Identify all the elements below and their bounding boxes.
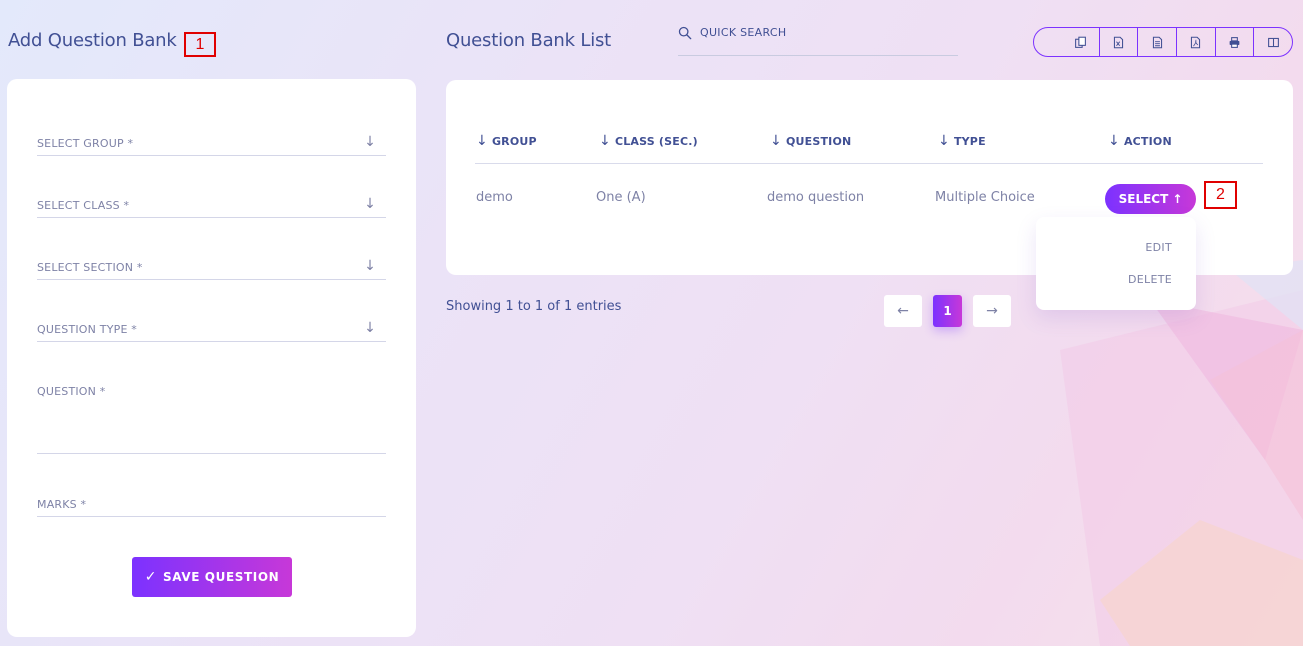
save-question-label: SAVE QUESTION <box>163 570 280 584</box>
question-textarea[interactable]: QUESTION * <box>37 379 386 454</box>
csv-icon <box>1152 36 1162 48</box>
column-header-class[interactable]: ↓ CLASS (SEC.) <box>599 133 698 149</box>
annotation-marker-1: 1 <box>184 32 216 57</box>
column-header-action-label: ACTION <box>1123 134 1172 148</box>
pagination-page-1[interactable]: 1 <box>933 295 962 327</box>
marks-input[interactable]: MARKS * <box>37 489 386 517</box>
check-icon: ✓ <box>144 569 158 585</box>
sort-arrow-icon: ↓ <box>476 133 488 149</box>
column-header-type-label: TYPE <box>953 134 986 148</box>
copy-button[interactable] <box>1034 28 1099 56</box>
columns-button[interactable] <box>1253 28 1292 56</box>
column-header-action[interactable]: ↓ ACTION <box>1108 133 1172 149</box>
print-button[interactable] <box>1214 28 1254 56</box>
quick-search-input[interactable]: QUICK SEARCH <box>678 22 958 56</box>
marks-label: MARKS * <box>37 498 87 511</box>
select-class-dropdown[interactable]: SELECT CLASS * ↓ <box>37 189 386 218</box>
column-header-type[interactable]: ↓ TYPE <box>938 133 986 149</box>
select-group-label: SELECT GROUP * <box>37 137 134 150</box>
select-section-dropdown[interactable]: SELECT SECTION * ↓ <box>37 251 386 280</box>
select-action-button[interactable]: SELECT ↑ <box>1105 184 1196 214</box>
sort-arrow-icon: ↓ <box>599 133 611 149</box>
arrow-up-icon: ↑ <box>1172 192 1183 206</box>
delete-menu-item[interactable]: DELETE <box>1128 273 1172 286</box>
print-icon <box>1229 36 1240 48</box>
excel-icon <box>1113 36 1124 48</box>
cell-type: Multiple Choice <box>935 190 1035 205</box>
page-title-question-bank-list: Question Bank List <box>446 30 612 51</box>
pagination-prev-button[interactable]: ← <box>884 295 922 327</box>
excel-button[interactable] <box>1098 28 1138 56</box>
pagination-next-button[interactable]: → <box>973 295 1011 327</box>
select-class-label: SELECT CLASS * <box>37 199 130 212</box>
select-group-dropdown[interactable]: SELECT GROUP * ↓ <box>37 127 386 156</box>
cell-group: demo <box>476 190 513 205</box>
add-question-form-card: SELECT GROUP * ↓ SELECT CLASS * ↓ SELECT… <box>7 79 416 637</box>
column-header-question-label: QUESTION <box>785 134 852 148</box>
column-header-question[interactable]: ↓ QUESTION <box>770 133 851 149</box>
question-type-label: QUESTION TYPE * <box>37 323 138 336</box>
cell-class: One (A) <box>596 190 646 205</box>
export-button-group <box>1033 27 1293 57</box>
arrow-down-icon: ↓ <box>364 258 376 274</box>
question-label: QUESTION * <box>37 385 106 398</box>
sort-arrow-icon: ↓ <box>1108 133 1120 149</box>
save-question-button[interactable]: ✓ SAVE QUESTION <box>132 557 292 597</box>
search-icon <box>678 26 692 40</box>
action-dropdown-menu: EDIT DELETE <box>1036 217 1196 310</box>
arrow-down-icon: ↓ <box>364 134 376 150</box>
column-header-group[interactable]: ↓ GROUP <box>476 133 537 149</box>
sort-arrow-icon: ↓ <box>770 133 782 149</box>
pdf-button[interactable] <box>1176 28 1215 56</box>
entries-info: Showing 1 to 1 of 1 entries <box>446 299 622 314</box>
column-header-group-label: GROUP <box>491 134 537 148</box>
cell-question: demo question <box>767 190 865 205</box>
sort-arrow-icon: ↓ <box>938 133 950 149</box>
pdf-icon <box>1191 36 1201 48</box>
arrow-down-icon: ↓ <box>364 320 376 336</box>
copy-icon <box>1074 36 1086 48</box>
column-header-class-label: CLASS (SEC.) <box>614 134 698 148</box>
columns-icon <box>1267 37 1279 47</box>
select-section-label: SELECT SECTION * <box>37 261 143 274</box>
page-title-add-question-bank: Add Question Bank <box>8 30 177 51</box>
header-divider <box>475 163 1263 164</box>
quick-search-placeholder: QUICK SEARCH <box>700 26 787 39</box>
edit-menu-item[interactable]: EDIT <box>1145 241 1172 254</box>
arrow-down-icon: ↓ <box>364 196 376 212</box>
annotation-marker-2: 2 <box>1204 181 1237 209</box>
question-type-dropdown[interactable]: QUESTION TYPE * ↓ <box>37 313 386 342</box>
csv-button[interactable] <box>1137 28 1176 56</box>
select-action-label: SELECT <box>1118 192 1169 206</box>
